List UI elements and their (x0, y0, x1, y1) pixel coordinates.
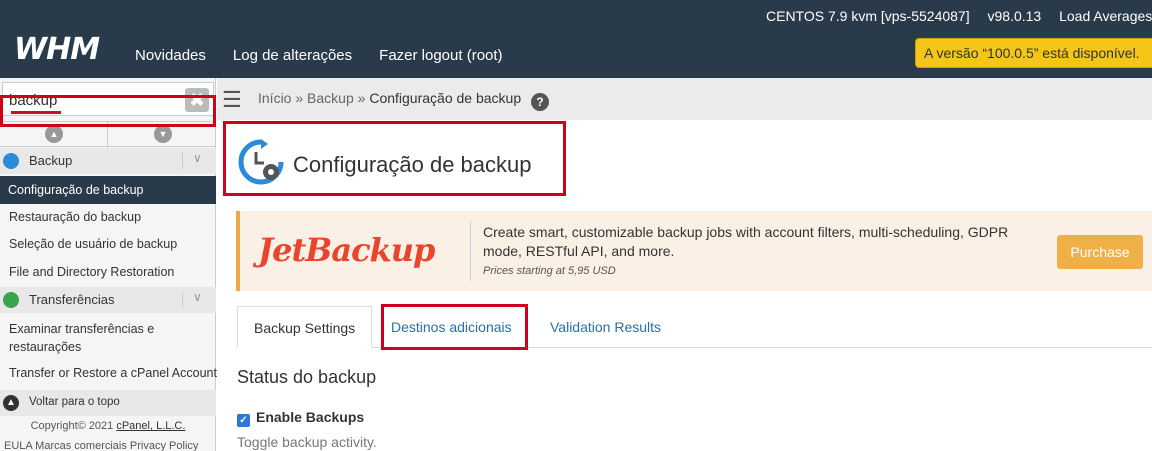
copyright: Copyright© 2021 cPanel, L.L.C. (0, 420, 216, 432)
nav-novidades[interactable]: Novidades (135, 47, 206, 64)
enable-backups-checkbox[interactable]: ✓ (237, 414, 250, 427)
nav-logout[interactable]: Fazer logout (root) (379, 47, 502, 64)
breadcrumb-backup[interactable]: Backup (307, 90, 354, 106)
tab-validation-results[interactable]: Validation Results (534, 306, 677, 348)
chevron-down-icon[interactable]: ∨ (193, 290, 202, 304)
enable-backups-label: Enable Backups (256, 409, 365, 425)
backup-config-icon (238, 139, 284, 185)
system-info: CENTOS 7.9 kvm [vps-5524087] v98.0.13 Lo… (766, 8, 1152, 24)
category-backup[interactable]: Backup ∨ (0, 148, 216, 174)
copyright-text: Copyright© 2021 (30, 420, 117, 432)
sidebar: ✖ ▲ ▼ Backup ∨ Configuração de backup Re… (0, 78, 217, 451)
os-info: CENTOS 7.9 kvm [vps-5524087] (766, 8, 970, 24)
sidebar-item-file-restoration[interactable]: File and Directory Restoration (9, 265, 174, 279)
back-to-top[interactable]: ▲ Voltar para o topo (0, 390, 216, 416)
breadcrumb-separator: » (357, 90, 366, 106)
sidebar-item-backup-config[interactable]: Configuração de backup (0, 176, 216, 204)
cpanel-link[interactable]: cPanel, L.L.C. (116, 420, 185, 432)
breadcrumb-current: Configuração de backup (369, 90, 522, 106)
nav-changelog[interactable]: Log de alterações (233, 47, 352, 64)
tab-backup-settings[interactable]: Backup Settings (237, 306, 373, 348)
promo-price: Prices starting at 5,95 USD (483, 265, 616, 277)
promo-description: Create smart, customizable backup jobs w… (483, 224, 1009, 259)
enable-backups-help: Toggle backup activity. (237, 434, 377, 450)
highlight-tab (381, 304, 528, 350)
promo-divider (470, 221, 471, 281)
load-averages: Load Averages: (1059, 8, 1152, 24)
backup-category-icon (3, 153, 19, 169)
page-title-highlight: Configuração de backup (223, 121, 566, 196)
enable-backups-row[interactable]: ✓ Enable Backups (237, 409, 364, 427)
section-title: Status do backup (237, 367, 377, 387)
breadcrumb-separator: » (295, 90, 304, 106)
help-icon[interactable]: ? (531, 93, 549, 111)
category-separator (182, 153, 183, 169)
sidebar-item-review-transfers[interactable]: Examinar transferências e (9, 322, 154, 336)
breadcrumb-home[interactable]: Início (258, 90, 291, 106)
scroll-down-icon[interactable]: ▼ (154, 125, 172, 143)
category-transfers[interactable]: Transferências ∨ (0, 287, 216, 313)
whm-logo[interactable]: WHM (14, 32, 100, 67)
chevron-down-icon[interactable]: ∨ (193, 151, 202, 165)
menu-toggle-icon[interactable]: ☰ (222, 87, 242, 113)
sidebar-item-transfer-restore-account[interactable]: Transfer or Restore a cPanel Account (9, 366, 217, 380)
top-nav: Novidades Log de alterações Fazer logout… (135, 47, 503, 64)
category-transfers-label: Transferências (29, 292, 115, 307)
purchase-button[interactable]: Purchase (1057, 235, 1143, 269)
sidebar-item-review-transfers-cont[interactable]: restaurações (9, 340, 81, 354)
scroll-up-icon[interactable]: ▲ (45, 125, 63, 143)
category-separator (182, 292, 183, 308)
tab-bar: Backup Settings Destinos adicionais Vali… (236, 306, 1152, 348)
breadcrumb-bar: ☰ Início » Backup » Configuração de back… (217, 78, 1152, 120)
top-header: WHM Novidades Log de alterações Fazer lo… (0, 0, 1152, 78)
back-to-top-label: Voltar para o topo (29, 396, 120, 408)
category-backup-label: Backup (29, 153, 73, 168)
version-info: v98.0.13 (987, 8, 1042, 24)
sidebar-item-backup-user-selection[interactable]: Seleção de usuário de backup (9, 237, 177, 251)
arrow-up-icon: ▲ (3, 395, 19, 411)
sidebar-footer: Copyright© 2021 cPanel, L.L.C. EULA Marc… (0, 420, 216, 451)
breadcrumb: Início » Backup » Configuração de backup… (258, 90, 549, 111)
footer-links[interactable]: EULA Marcas comerciais Privacy Policy (0, 440, 216, 451)
page-title: Configuração de backup (293, 152, 532, 177)
sidebar-item-backup-restore[interactable]: Restauração do backup (9, 210, 141, 224)
transfers-category-icon (3, 292, 19, 308)
update-notice[interactable]: A versão “100.0.5” está disponível. (915, 38, 1152, 68)
jetbackup-promo: JetBackup Create smart, customizable bac… (236, 211, 1152, 291)
highlight-sidebar-item (0, 95, 216, 127)
jetbackup-logo[interactable]: JetBackup (258, 231, 435, 269)
